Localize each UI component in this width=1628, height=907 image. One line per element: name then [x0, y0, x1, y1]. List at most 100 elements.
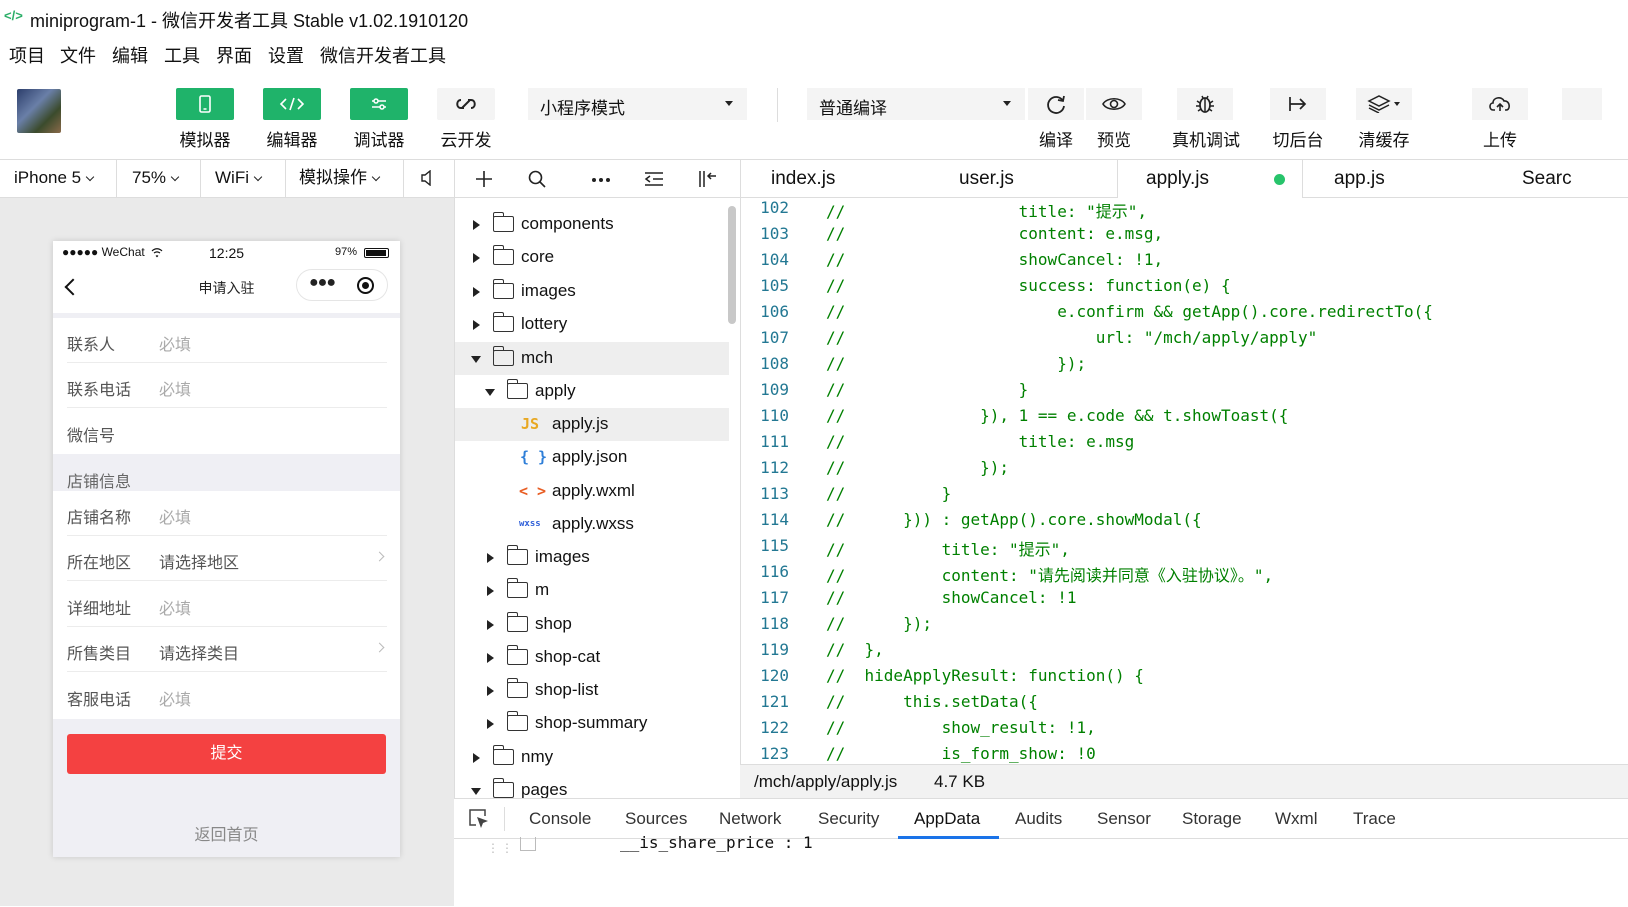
mode-select[interactable]: 小程序模式 [528, 88, 747, 120]
tree-folder-shop-summary[interactable]: shop-summary [455, 707, 729, 740]
devtools-panel: Console Sources Network Security AppData… [454, 798, 1628, 906]
version-button[interactable] [1562, 88, 1602, 120]
back-home-link[interactable]: 返回首页 [53, 821, 400, 845]
cloud-dev-label: 云开发 [440, 131, 492, 150]
upload-button[interactable] [1472, 88, 1528, 120]
background-button[interactable] [1270, 88, 1326, 120]
tab-wxml[interactable]: Wxml [1275, 809, 1317, 829]
code-text: // content: e.msg, [826, 224, 1164, 243]
tree-folder-pages[interactable]: pages [455, 774, 729, 798]
drag-handle-icon[interactable]: ⋮⋮ [487, 841, 515, 855]
checkbox[interactable] [520, 837, 536, 851]
zoom-select[interactable]: 75% [132, 160, 180, 198]
tree-folder-core[interactable]: core [455, 241, 729, 274]
tree-file-apply-wxml[interactable]: < > apply.wxml [455, 475, 729, 508]
chevron-down-icon [371, 172, 381, 182]
background-label: 切后台 [1272, 131, 1324, 150]
remote-debug-button[interactable] [1177, 88, 1233, 120]
line-number: 113 [760, 484, 789, 503]
tree-file-apply-wxss[interactable]: wxss apply.wxss [455, 508, 729, 541]
tree-folder-apply[interactable]: apply [455, 375, 729, 408]
tab-user-js[interactable]: user.js [959, 160, 1014, 198]
collapse-all-icon[interactable] [644, 171, 664, 187]
avatar[interactable] [17, 89, 61, 133]
code-line: 109 // } [741, 380, 1628, 406]
cloud-dev-button[interactable] [437, 88, 495, 120]
tab-network[interactable]: Network [719, 809, 781, 829]
more-icon[interactable]: ●●● [309, 274, 336, 292]
more-icon[interactable] [592, 177, 610, 183]
compile-mode-select[interactable]: 普通编译 [807, 88, 1025, 120]
tab-audits[interactable]: Audits [1015, 809, 1062, 829]
tree-folder-mch[interactable]: mch [455, 342, 729, 375]
eye-icon [1102, 97, 1126, 111]
tree-folder-lottery[interactable]: lottery [455, 308, 729, 341]
form-row-address[interactable]: 详细地址 必填 [67, 582, 387, 627]
tab-index-js[interactable]: index.js [771, 160, 835, 198]
tree-folder-nmy[interactable]: nmy [455, 741, 729, 774]
tree-folder-m[interactable]: m [455, 574, 729, 607]
tab-search[interactable]: Searc [1522, 160, 1572, 198]
form-row-category[interactable]: 所售类目 请选择类目 [67, 627, 387, 672]
tree-file-apply-json[interactable]: { } apply.json [455, 441, 729, 474]
menu-project[interactable]: 项目 [9, 42, 45, 68]
chevron-right-icon [374, 642, 385, 653]
tab-app-js[interactable]: app.js [1334, 160, 1385, 198]
tab-trace[interactable]: Trace [1353, 809, 1396, 829]
tab-appdata[interactable]: AppData [914, 809, 980, 829]
tab-security[interactable]: Security [818, 809, 879, 829]
code-editor[interactable]: 102// title: "提示", 103// content: e.msg, 1… [740, 198, 1628, 764]
form-row-shop-name[interactable]: 店铺名称 必填 [67, 491, 387, 536]
add-icon[interactable] [475, 170, 493, 188]
line-number: 104 [760, 250, 789, 269]
submit-button[interactable]: 提交 [67, 734, 386, 774]
device-select[interactable]: iPhone 5 [14, 160, 95, 198]
line-number: 114 [760, 510, 789, 529]
nav-bar: 申请入驻 ●●● [53, 263, 400, 313]
menu-wechat-devtools[interactable]: 微信开发者工具 [320, 42, 446, 68]
debugger-button[interactable] [350, 88, 408, 120]
form-row-service-phone[interactable]: 客服电话 必填 [67, 673, 387, 718]
compile-button[interactable] [1028, 88, 1084, 120]
tab-apply-js[interactable]: apply.js [1117, 160, 1303, 198]
network-select[interactable]: WiFi [215, 160, 263, 198]
tab-storage[interactable]: Storage [1182, 809, 1242, 829]
preview-button[interactable] [1086, 88, 1142, 120]
hide-panel-icon[interactable] [698, 170, 718, 188]
mute-button[interactable] [420, 160, 434, 198]
field-placeholder: 必填 [159, 337, 192, 354]
search-icon[interactable] [528, 170, 546, 188]
code-icon [279, 97, 305, 111]
form-row-contact[interactable]: 联系人 必填 [67, 318, 387, 363]
menu-settings[interactable]: 设置 [268, 42, 304, 68]
tab-console[interactable]: Console [529, 809, 591, 829]
tree-scrollbar[interactable] [728, 206, 736, 324]
line-number: 109 [760, 380, 789, 399]
tree-file-apply-js[interactable]: JS apply.js [455, 408, 729, 441]
menu-file[interactable]: 文件 [60, 42, 96, 68]
tab-sensor[interactable]: Sensor [1097, 809, 1151, 829]
sim-ops-select[interactable]: 模拟操作 [299, 160, 381, 198]
tree-folder-images[interactable]: images [455, 275, 729, 308]
form-row-wechat[interactable]: 微信号 [67, 409, 387, 454]
close-circle-icon[interactable] [357, 277, 374, 294]
form-row-phone[interactable]: 联系电话 必填 [67, 363, 387, 408]
code-line: 113 // } [741, 484, 1628, 510]
form-row-region[interactable]: 所在地区 请选择地区 [67, 536, 387, 581]
simulator-button[interactable] [176, 88, 234, 120]
menu-interface[interactable]: 界面 [216, 42, 252, 68]
tab-sources[interactable]: Sources [625, 809, 687, 829]
tree-folder-shop-list[interactable]: shop-list [455, 674, 729, 707]
tree-folder-shop-cat[interactable]: shop-cat [455, 641, 729, 674]
tree-folder-components[interactable]: components [455, 208, 729, 241]
cloud-link-icon [456, 99, 476, 109]
menu-tools[interactable]: 工具 [164, 42, 200, 68]
inspect-element-icon[interactable] [468, 808, 490, 830]
tree-folder-shop[interactable]: shop [455, 608, 729, 641]
field-placeholder: 必填 [159, 692, 192, 709]
editor-button[interactable] [263, 88, 321, 120]
clear-cache-button[interactable] [1356, 88, 1412, 120]
menu-edit[interactable]: 编辑 [112, 42, 148, 68]
tree-item-label: shop [535, 614, 572, 633]
tree-folder-images[interactable]: images [455, 541, 729, 574]
